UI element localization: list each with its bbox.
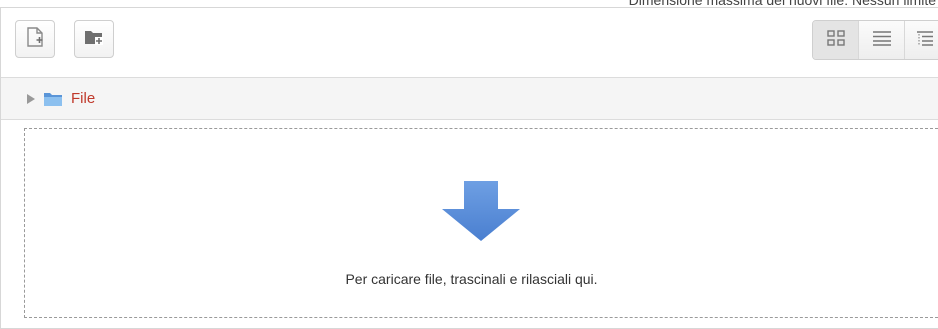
list-view-button[interactable]: [859, 21, 905, 59]
dropzone[interactable]: Per caricare file, trascinali e rilascia…: [24, 128, 938, 318]
breadcrumb: File: [1, 78, 938, 120]
add-file-button[interactable]: [15, 20, 55, 58]
grid-view-button[interactable]: [813, 21, 859, 59]
breadcrumb-file-link[interactable]: File: [71, 90, 95, 107]
folder-icon: [43, 91, 63, 107]
create-folder-button[interactable]: [74, 20, 114, 58]
dropzone-instruction: Per caricare file, trascinali e rilascia…: [345, 271, 598, 287]
file-manager-widget: Dimensione massima dei nuovi file: Nessu…: [0, 0, 938, 329]
list-view-icon: [871, 29, 893, 52]
create-folder-icon: [83, 26, 105, 53]
grid-view-icon: [826, 29, 846, 52]
download-arrow-icon: [442, 181, 520, 246]
view-switcher: [812, 20, 938, 60]
toolbar: [1, 8, 938, 78]
expand-arrow-icon[interactable]: [27, 93, 35, 104]
add-file-icon: [24, 26, 46, 53]
tree-view-icon: [914, 29, 936, 52]
tree-view-button[interactable]: [905, 21, 938, 59]
